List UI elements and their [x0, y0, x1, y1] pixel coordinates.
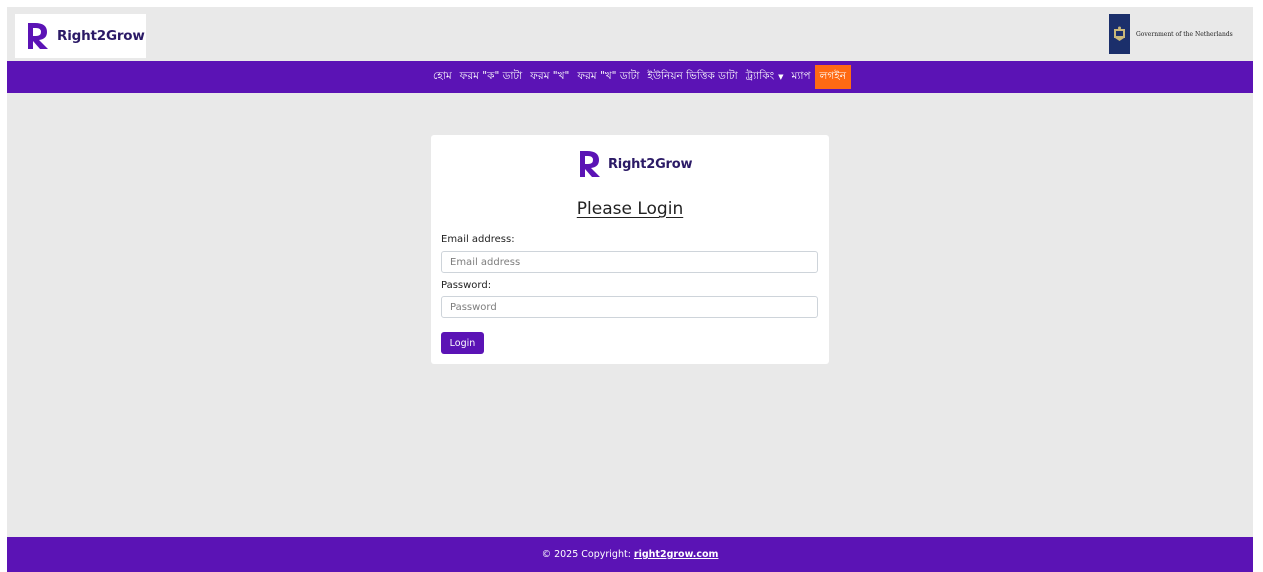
- login-title: Please Login: [576, 199, 684, 219]
- page-frame: Right2Grow Government of the Netherlands…: [7, 7, 1253, 572]
- nav-item-label: ট্র্যাকিং: [745, 69, 775, 82]
- nav-item-label: ফরম "খ": [530, 69, 570, 82]
- card-brand-name: Right2Grow: [608, 156, 693, 172]
- nav-item-home[interactable]: হোম: [429, 65, 456, 89]
- main-navbar: হোম ফরম "ক" ডাটা ফরম "খ" ফরম "খ" ডাটা ইউ…: [7, 61, 1253, 93]
- login-button[interactable]: Login: [441, 332, 484, 354]
- nav-item-label: ফরম "ক" ডাটা: [459, 69, 523, 82]
- brand-r-icon: [28, 23, 48, 49]
- footer-copyright: © 2025 Copyright:: [541, 549, 631, 560]
- card-brand-logo: Right2Grow: [577, 149, 693, 179]
- nav-item-label: ম্যাপ: [791, 69, 811, 82]
- login-card: Right2Grow Please Login Email address: P…: [431, 135, 829, 364]
- nav-item-login[interactable]: লগইন: [814, 65, 851, 89]
- brand-logo[interactable]: Right2Grow: [15, 14, 146, 58]
- footer-link[interactable]: right2grow.com: [634, 549, 719, 560]
- footer: © 2025 Copyright: right2grow.com: [7, 537, 1253, 572]
- password-label: Password:: [441, 280, 492, 291]
- nav-item-label: লগইন: [819, 69, 846, 82]
- partner-name: Government of the Netherlands: [1136, 30, 1233, 38]
- nav-item-label: ইউনিয়ন ভিত্তিক ডাটা: [647, 69, 738, 82]
- netherlands-crest-icon: [1109, 14, 1130, 54]
- brand-r-icon: [580, 151, 600, 177]
- email-label: Email address:: [441, 234, 515, 245]
- nav-item-label: ফরম "খ" ডাটা: [577, 69, 640, 82]
- nav-item-label: হোম: [433, 69, 452, 82]
- header: Right2Grow Government of the Netherlands: [7, 7, 1253, 61]
- nav-item-map[interactable]: ম্যাপ: [787, 65, 814, 89]
- chevron-down-icon: ▼: [778, 73, 784, 81]
- nav-item-tracking[interactable]: ট্র্যাকিং ▼: [742, 65, 788, 89]
- password-input[interactable]: [441, 296, 818, 318]
- nav-item-form-kha[interactable]: ফরম "খ": [526, 65, 573, 89]
- brand-name: Right2Grow: [57, 28, 145, 44]
- email-input[interactable]: [441, 251, 818, 273]
- nav-item-form-ka-data[interactable]: ফরম "ক" ডাটা: [456, 65, 527, 89]
- nav-item-form-kha-data[interactable]: ফরম "খ" ডাটা: [573, 65, 643, 89]
- partner-logo: Government of the Netherlands: [1109, 14, 1243, 54]
- nav-item-union-data[interactable]: ইউনিয়ন ভিত্তিক ডাটা: [643, 65, 741, 89]
